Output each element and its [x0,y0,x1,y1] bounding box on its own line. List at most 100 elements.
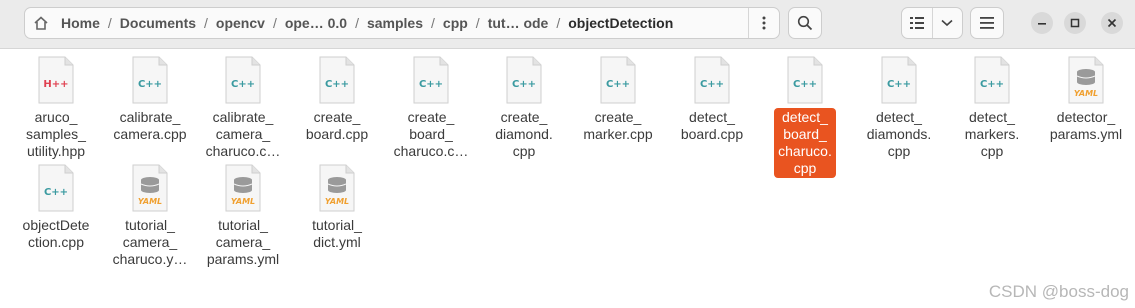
maximize-button[interactable] [1064,12,1086,34]
breadcrumb-separator: / [204,15,208,31]
breadcrumb-separator: / [556,15,561,31]
breadcrumb-separator: / [272,15,277,31]
svg-text:C++: C++ [980,79,1004,90]
cpp-file-icon: C++ [132,56,168,104]
cpp-file-icon: C++ [506,56,542,104]
maximize-icon [1070,18,1080,28]
file-item[interactable]: C++ create_ diamond. cpp [478,56,570,161]
cpp-file-icon: C++ [974,56,1010,104]
file-name: create_ board.cpp [305,109,369,142]
breadcrumb-opencv-version[interactable]: ope… 0.0 [279,15,353,31]
breadcrumb-separator: / [107,15,112,31]
svg-text:C++: C++ [606,79,630,90]
breadcrumb-home[interactable]: Home [55,15,106,31]
path-bar: Home / Documents / opencv / ope… 0.0 / s… [24,7,780,39]
file-item[interactable]: C++ create_ board_ charuco.c… [385,56,477,161]
breadcrumb-opencv[interactable]: opencv [210,15,271,31]
yaml-file-icon: YAML [1068,56,1104,104]
svg-text:YAML: YAML [138,197,162,206]
minimize-button[interactable] [1031,12,1053,34]
view-options-button[interactable] [933,8,963,38]
file-name: detect_ board_ charuco. cpp [774,108,836,178]
file-name: tutorial_ camera_ charuco.y… [112,217,188,267]
search-button[interactable] [788,7,822,39]
file-name: calibrate_ camera_ charuco.c… [205,109,281,159]
file-item[interactable]: YAML tutorial_ dict.yml [291,164,383,252]
list-view-button[interactable] [902,8,933,38]
file-item[interactable]: C++ calibrate_ camera_ charuco.c… [197,56,289,161]
close-icon [1107,18,1117,28]
hpp-file-icon: H++ [38,56,74,104]
file-name: calibrate_ camera.cpp [113,109,187,142]
breadcrumb-current[interactable]: objectDetection [562,15,679,31]
file-name: detect_ board.cpp [680,109,744,142]
chevron-down-icon [941,19,953,27]
file-name: create_ diamond. cpp [495,109,553,159]
cpp-file-icon: C++ [38,164,74,212]
svg-text:YAML: YAML [1074,89,1098,98]
svg-text:YAML: YAML [231,197,255,206]
cpp-file-icon: C++ [881,56,917,104]
file-name: tutorial_ dict.yml [312,217,362,250]
search-icon [797,15,813,31]
minimize-icon [1038,23,1046,25]
cpp-file-icon: C++ [600,56,636,104]
file-name: tutorial_ camera_ params.yml [206,217,280,267]
close-button[interactable] [1101,12,1123,34]
file-item[interactable]: YAML detector_ params.yml [1040,56,1132,144]
home-icon[interactable] [33,15,49,31]
file-name: detector_ params.yml [1049,109,1123,142]
svg-text:C++: C++ [887,79,911,90]
file-item-selected[interactable]: C++ detect_ board_ charuco. cpp [759,56,851,178]
svg-text:C++: C++ [512,79,536,90]
header-bar: Home / Documents / opencv / ope… 0.0 / s… [0,0,1135,49]
breadcrumb-samples[interactable]: samples [361,15,429,31]
breadcrumb-documents[interactable]: Documents [114,15,202,31]
file-name: detect_ diamonds. cpp [866,109,932,159]
vertical-dots-icon [762,16,766,30]
cpp-file-icon: C++ [319,56,355,104]
yaml-file-icon: YAML [225,164,261,212]
file-item[interactable]: C++ detect_ markers. cpp [946,56,1038,161]
svg-text:C++: C++ [419,79,443,90]
file-name: create_ marker.cpp [583,109,653,142]
file-item[interactable]: C++ detect_ diamonds. cpp [853,56,945,161]
svg-text:YAML: YAML [325,197,349,206]
svg-text:C++: C++ [793,79,817,90]
main-menu-button[interactable] [970,7,1004,39]
file-name: objectDete ction.cpp [22,217,90,250]
path-menu-button[interactable] [748,8,779,38]
breadcrumb-tutorial-code[interactable]: tut… ode [482,15,555,31]
watermark: CSDN @boss-dog [988,282,1129,301]
file-item[interactable]: C++ objectDete ction.cpp [10,164,102,252]
svg-text:H++: H++ [43,79,68,90]
file-name: detect_ markers. cpp [964,109,1020,159]
list-view-icon [909,17,924,29]
svg-text:C++: C++ [44,187,68,198]
file-item[interactable]: YAML tutorial_ camera_ charuco.y… [104,164,196,269]
cpp-file-icon: C++ [225,56,261,104]
file-item[interactable]: C++ create_ marker.cpp [572,56,664,144]
file-item[interactable]: C++ detect_ board.cpp [666,56,758,144]
file-item[interactable]: YAML tutorial_ camera_ params.yml [197,164,289,269]
yaml-file-icon: YAML [319,164,355,212]
breadcrumb-cpp[interactable]: cpp [437,15,474,31]
cpp-file-icon: C++ [787,56,823,104]
svg-text:C++: C++ [700,79,724,90]
breadcrumb-separator: / [355,15,359,31]
file-name: create_ board_ charuco.c… [393,109,469,159]
cpp-file-icon: C++ [694,56,730,104]
file-grid: H++ aruco_ samples_ utility.hpp C++ cali… [0,48,1135,308]
file-item[interactable]: C++ create_ board.cpp [291,56,383,144]
svg-text:C++: C++ [231,79,255,90]
hamburger-icon [980,17,994,29]
view-toggle-group [901,7,963,39]
file-item[interactable]: H++ aruco_ samples_ utility.hpp [10,56,102,161]
yaml-file-icon: YAML [132,164,168,212]
breadcrumb-separator: / [475,15,480,31]
cpp-file-icon: C++ [413,56,449,104]
svg-text:C++: C++ [325,79,349,90]
file-item[interactable]: C++ calibrate_ camera.cpp [104,56,196,144]
svg-text:C++: C++ [138,79,162,90]
breadcrumb-separator: / [431,15,435,31]
